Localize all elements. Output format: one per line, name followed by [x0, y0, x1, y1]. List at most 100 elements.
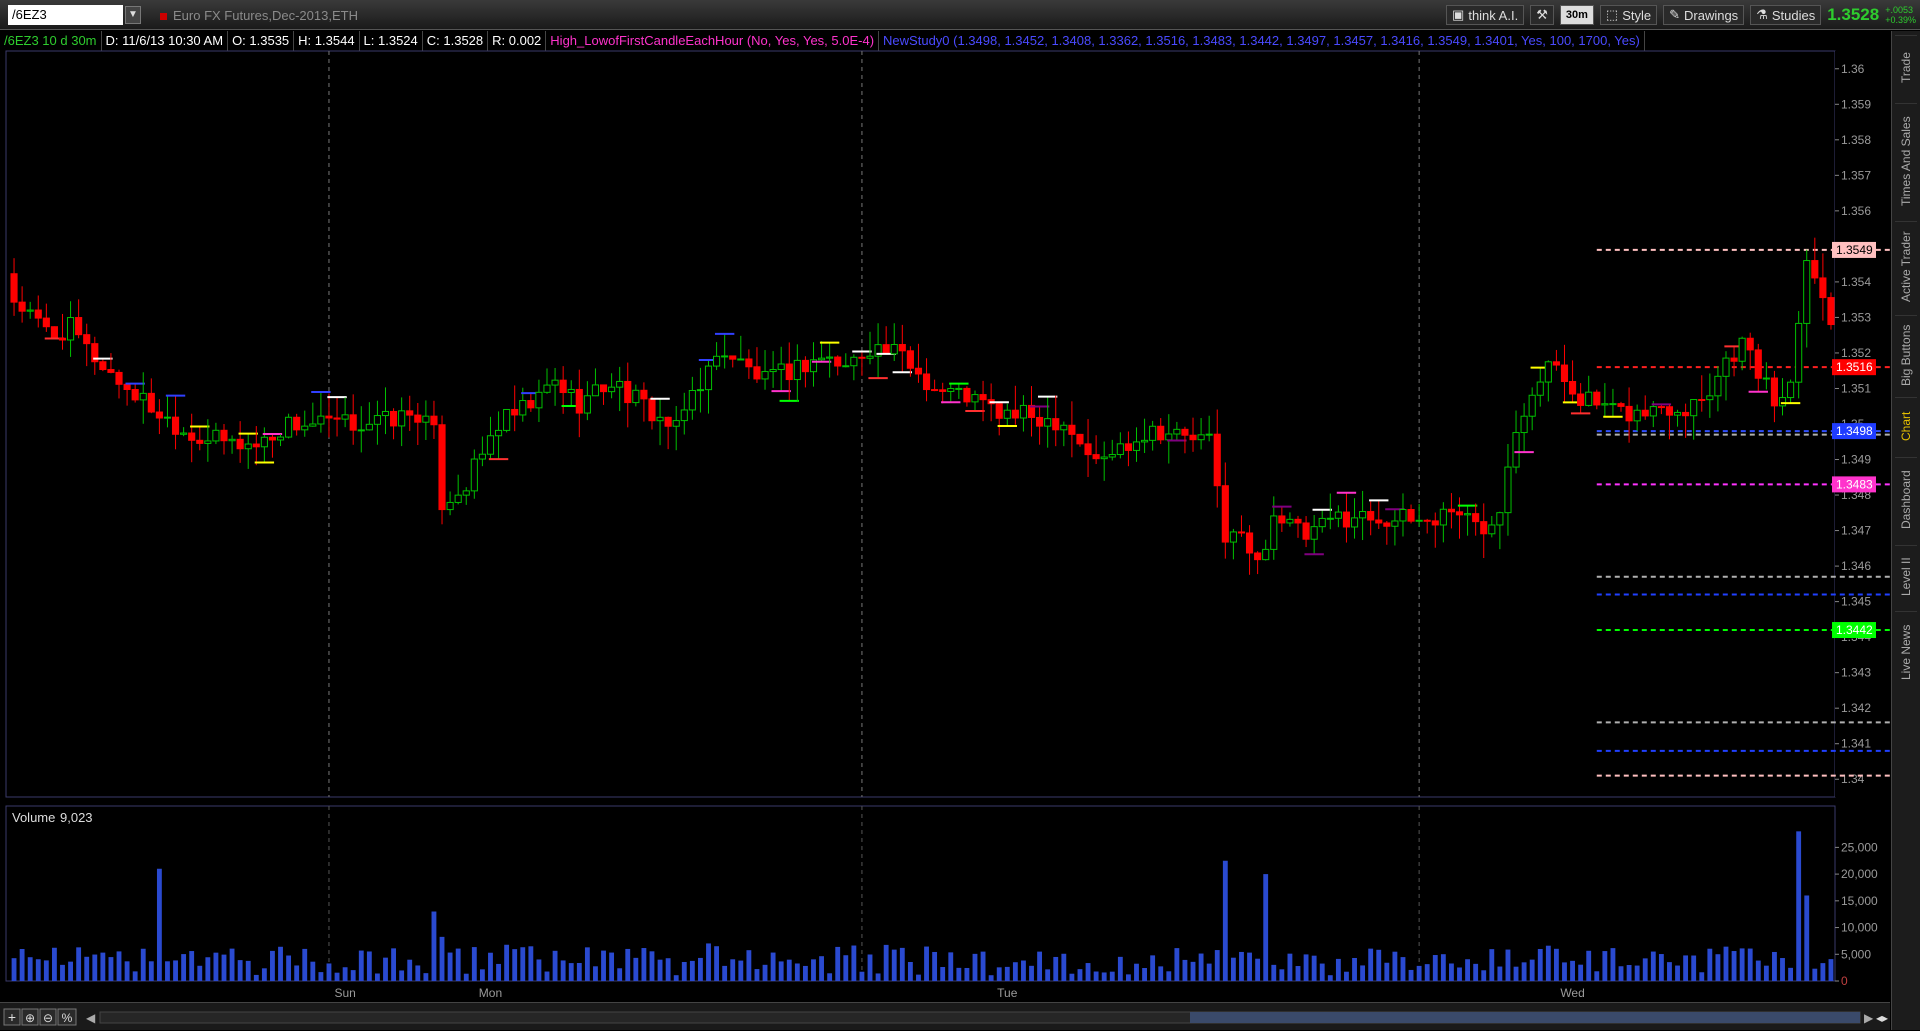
tools-button[interactable]: ⚒: [1530, 5, 1554, 25]
volume-bar: [253, 974, 259, 981]
zoom-fit-icon[interactable]: ⊕: [21, 1008, 39, 1026]
volume-title: Volume: [12, 810, 55, 825]
change-abs: +.0053: [1885, 5, 1913, 15]
volume-bar: [1360, 965, 1366, 981]
candle-body: [1149, 425, 1157, 441]
candle-body: [1552, 361, 1560, 366]
candle-body: [1585, 391, 1593, 406]
price-label: 1.3549: [1836, 243, 1873, 257]
candle-body: [422, 415, 430, 423]
candle-body: [1682, 411, 1690, 417]
side-tab-live-news[interactable]: Live News: [1895, 611, 1917, 692]
y-tick-label: 1.352: [1841, 346, 1871, 360]
candle-body: [1657, 406, 1665, 409]
side-tab-chart[interactable]: Chart: [1895, 397, 1917, 454]
candle-body: [26, 309, 34, 312]
side-tab-times-and-sales[interactable]: Times And Sales: [1895, 103, 1917, 218]
link-color-icon[interactable]: [160, 13, 167, 21]
candle-body: [511, 408, 519, 416]
candle-body: [1100, 456, 1108, 460]
candle-body: [1464, 513, 1472, 516]
volume-bar: [649, 951, 655, 981]
side-tab-active-trader[interactable]: Active Trader: [1895, 221, 1917, 312]
y-tick-label: 1.347: [1841, 524, 1871, 538]
candle-body: [220, 429, 228, 442]
volume-bar: [1166, 971, 1172, 981]
candle-body: [1350, 517, 1359, 528]
candle-body: [1205, 433, 1213, 436]
candle-body: [1213, 433, 1221, 487]
volume-value: 9,023: [60, 810, 93, 825]
scroll-thumb[interactable]: [1190, 1012, 1860, 1023]
chat-icon: ▣: [1452, 7, 1465, 22]
drawings-button[interactable]: ✎ Drawings: [1663, 5, 1745, 25]
side-tab-trade[interactable]: Trade: [1895, 35, 1917, 100]
studies-button[interactable]: ⚗ Studies: [1750, 5, 1822, 25]
style-button[interactable]: ⬚ Style: [1599, 5, 1658, 25]
candle-body: [608, 386, 616, 393]
volume-bar: [51, 947, 57, 981]
volume-bar: [1772, 951, 1777, 981]
volume-bar: [221, 954, 227, 981]
candle-body: [1278, 515, 1286, 524]
volume-bar: [940, 967, 946, 981]
candle-body: [922, 373, 931, 391]
volume-bar: [1061, 953, 1067, 981]
candle-body: [769, 369, 777, 373]
volume-bar: [1763, 965, 1769, 981]
zoom-in-icon[interactable]: +: [3, 1008, 21, 1026]
candle-body: [42, 317, 50, 328]
volume-bar: [1344, 971, 1349, 981]
candle-body: [503, 408, 511, 431]
expand-icon[interactable]: ◂▸: [1876, 1011, 1888, 1025]
y-tick-label: 1.342: [1841, 701, 1871, 715]
candle-body: [1609, 403, 1617, 406]
symbol-input[interactable]: /6EZ3: [8, 5, 123, 25]
symbol-dropdown-icon[interactable]: ▼: [125, 6, 141, 24]
side-tab-big-buttons[interactable]: Big Buttons: [1895, 315, 1917, 394]
volume-bar: [1247, 952, 1252, 981]
svg-text:◀: ◀: [86, 1011, 96, 1025]
x-axis-label: Wed: [1560, 986, 1584, 1000]
volume-bar: [399, 970, 405, 981]
candle-body: [591, 384, 600, 397]
price-chart[interactable]: 1.361.3591.3581.3571.3561.3551.3541.3531…: [0, 31, 1890, 1001]
candle-body: [107, 369, 115, 373]
svg-text:▶: ▶: [1864, 1011, 1874, 1025]
candle-body: [1431, 520, 1439, 526]
candle-body: [381, 410, 390, 417]
candle-body: [567, 388, 575, 394]
candle-body: [1197, 434, 1205, 441]
volume-bar: [1521, 962, 1527, 981]
volume-bar: [326, 963, 332, 981]
side-tab-level-ii[interactable]: Level II: [1895, 545, 1917, 608]
candle-body: [1052, 418, 1060, 431]
volume-bar: [1780, 958, 1785, 981]
side-tab-dashboard[interactable]: Dashboard: [1895, 457, 1917, 542]
think-ai-button[interactable]: ▣ think A.I.: [1446, 5, 1525, 25]
candle-body: [430, 415, 438, 426]
scroll-right-icon[interactable]: ▶: [1864, 1011, 1874, 1025]
volume-bar: [1021, 960, 1026, 981]
volume-bar: [722, 965, 728, 981]
candle-body: [228, 438, 236, 442]
candle-body: [777, 363, 785, 371]
scroll-left-icon[interactable]: ◀: [86, 1011, 96, 1025]
candle-body: [1795, 322, 1803, 383]
volume-tick-label: 15,000: [1841, 894, 1878, 908]
side-tabs: Trade Times And Sales Active Trader Big But…: [1891, 31, 1920, 1030]
percent-scale-icon[interactable]: %: [57, 1008, 77, 1026]
candle-body: [850, 356, 858, 367]
price-label: 1.3483: [1836, 477, 1873, 491]
candle-body: [1714, 375, 1722, 397]
volume-bar: [843, 955, 849, 981]
volume-bar: [1158, 966, 1164, 981]
candle-body: [1593, 391, 1601, 406]
volume-bar: [1658, 954, 1664, 981]
volume-bar: [27, 957, 33, 981]
zoom-out-icon[interactable]: ⊖: [39, 1008, 57, 1026]
candle-body: [737, 358, 745, 361]
x-axis-label: Mon: [479, 986, 502, 1000]
timeframe-button[interactable]: 30m: [1559, 5, 1594, 25]
volume-bar: [1788, 967, 1794, 981]
